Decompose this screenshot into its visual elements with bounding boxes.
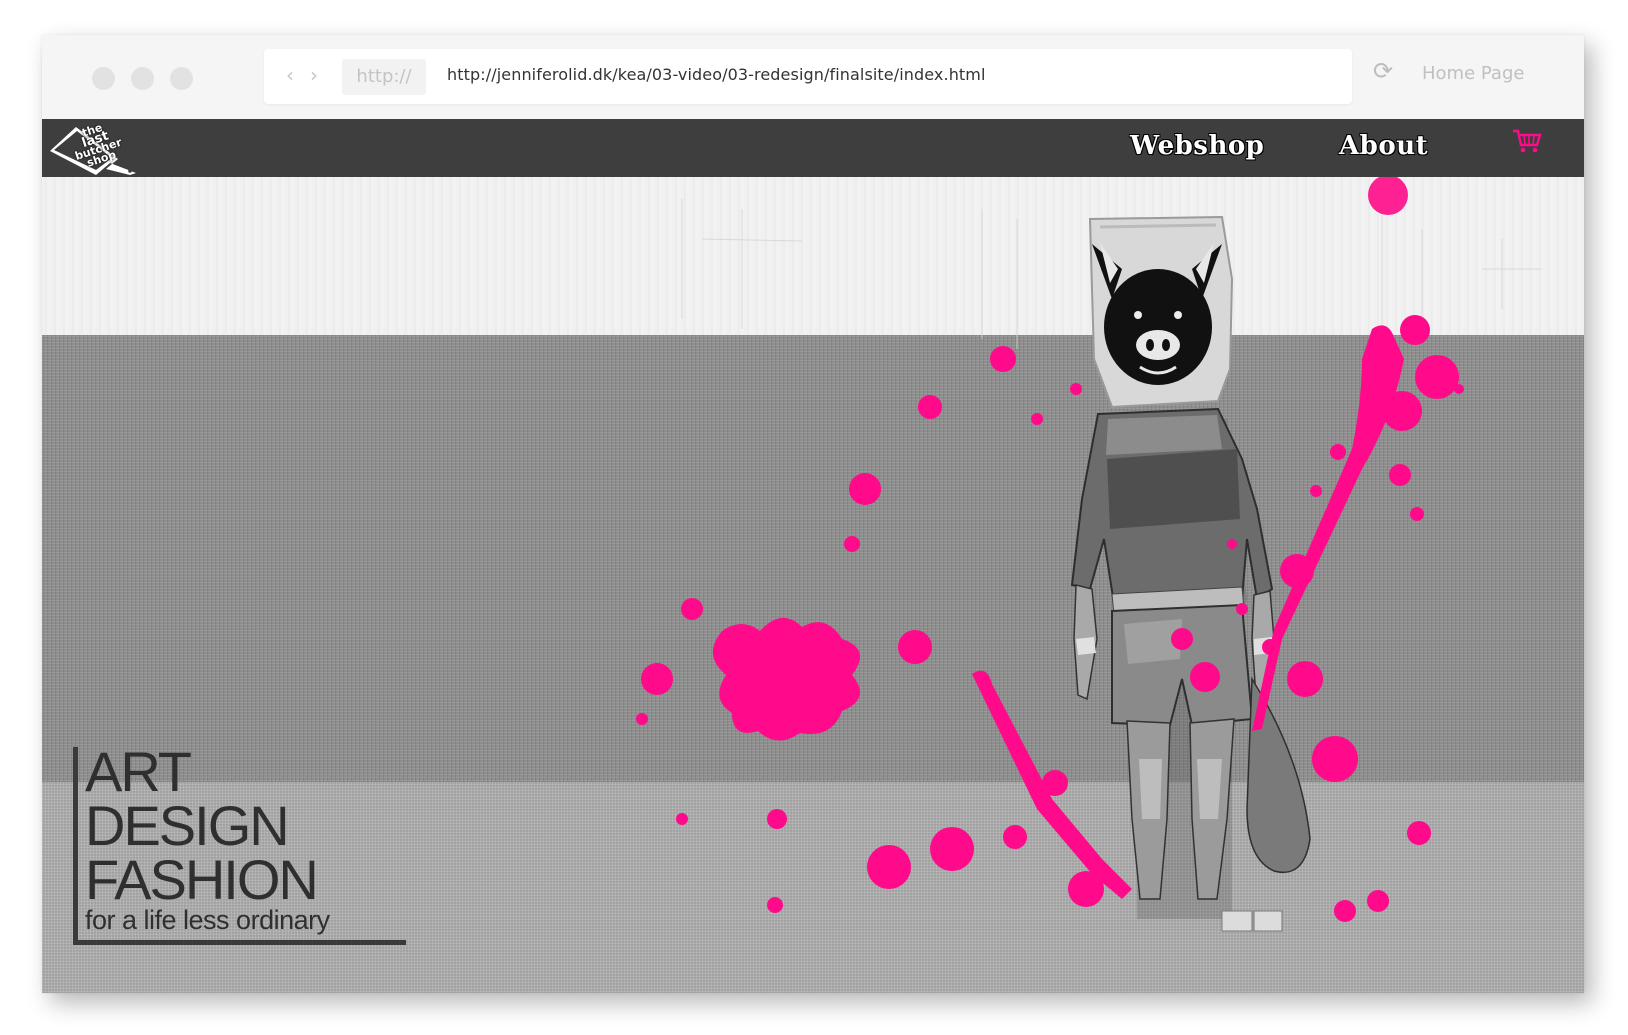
page-viewport: the last butcher shop Webshop About ART … [42, 119, 1584, 993]
address-bar[interactable]: ‹ › http:// http://jenniferolid.dk/kea/0… [264, 49, 1352, 104]
browser-window: ‹ › http:// http://jenniferolid.dk/kea/0… [42, 35, 1584, 993]
splatter-drop [1407, 821, 1431, 845]
splatter-drop [676, 813, 688, 825]
tagline-bracket-vertical [73, 747, 78, 945]
splatter-drop [1410, 507, 1424, 521]
splatter-drop [1312, 736, 1358, 782]
splatter-drop [849, 473, 881, 505]
home-page-link[interactable]: Home Page [1422, 63, 1524, 84]
splatter-drop [681, 598, 703, 620]
splatter-drop [990, 346, 1016, 372]
splatter-drop [1334, 900, 1356, 922]
splatter-drop [1262, 639, 1278, 655]
nav-about-link[interactable]: About [1339, 131, 1428, 161]
splatter-drop [1310, 485, 1322, 497]
tagline-block: ART DESIGN FASHION for a life less ordin… [73, 740, 413, 949]
splatter-drop [1454, 384, 1464, 394]
tagline-bracket-horizontal [73, 940, 406, 945]
splatter-drop [1287, 661, 1323, 697]
url-text[interactable]: http://jenniferolid.dk/kea/03-video/03-r… [447, 65, 986, 84]
shopping-cart-icon[interactable] [1512, 127, 1542, 155]
window-minimize-dot[interactable] [131, 67, 154, 90]
splatter-drop [767, 897, 783, 913]
tagline-design: DESIGN [85, 794, 290, 857]
splatter-drop [1280, 554, 1314, 588]
tagline-art: ART [85, 740, 192, 803]
splatter-streak-right [1252, 325, 1404, 731]
splatter-drop [1382, 391, 1422, 431]
splatter-drop [1389, 464, 1411, 486]
window-maximize-dot[interactable] [170, 67, 193, 90]
splatter-drop [641, 663, 673, 695]
splatter-drop [1190, 662, 1220, 692]
splatter-drop [1368, 175, 1408, 215]
splatter-drop [1415, 355, 1459, 399]
splatter-drop [1367, 890, 1389, 912]
splatter-drop [1070, 383, 1082, 395]
tagline-fashion: FASHION [85, 848, 319, 911]
splatter-drop [898, 630, 932, 664]
figure [1070, 215, 1311, 932]
splatter-drop [767, 809, 787, 829]
splatter-drop [1227, 539, 1237, 549]
browser-titlebar: ‹ › http:// http://jenniferolid.dk/kea/0… [42, 35, 1584, 119]
splatter-drop [1236, 603, 1248, 615]
splatter-drop [1330, 444, 1346, 460]
splatter-drop [1400, 315, 1430, 345]
splatter-drop [930, 827, 974, 871]
splatter-drop [1031, 413, 1043, 425]
site-navbar: the last butcher shop Webshop About [42, 119, 1584, 177]
splatter-drop [1003, 825, 1027, 849]
protocol-label: http:// [342, 59, 426, 95]
tagline-subtitle: for a life less ordinary [85, 905, 330, 935]
splatter-drop [787, 692, 801, 706]
splatter-blob-large [712, 617, 860, 741]
splatter-drop [1171, 628, 1193, 650]
chevron-left-icon[interactable]: ‹ [286, 63, 294, 87]
site-logo[interactable]: the last butcher shop [46, 121, 141, 177]
splatter-drop [918, 395, 942, 419]
window-close-dot[interactable] [92, 67, 115, 90]
nav-webshop-link[interactable]: Webshop [1130, 131, 1264, 161]
splatter-drop [867, 845, 911, 889]
chevron-right-icon[interactable]: › [310, 63, 318, 87]
splatter-drop [844, 536, 860, 552]
splatter-drop [636, 713, 648, 725]
pink-splatter [636, 175, 1464, 922]
reload-icon[interactable]: ⟳ [1373, 59, 1393, 83]
